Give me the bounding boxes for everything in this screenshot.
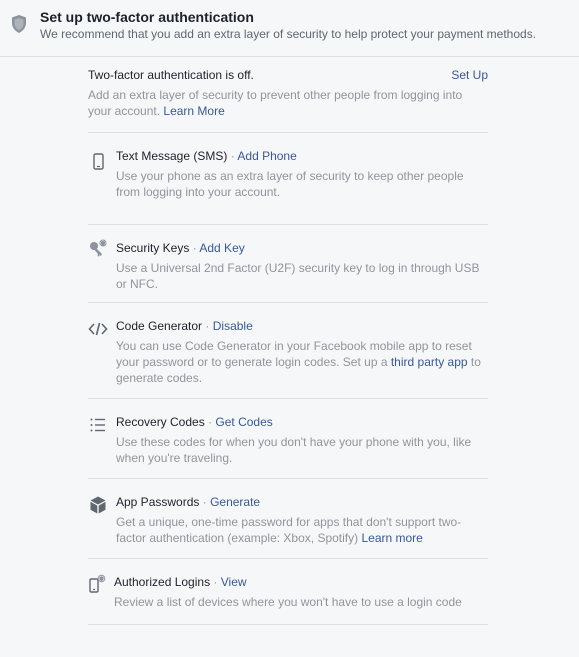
set-up-link[interactable]: Set Up xyxy=(451,68,488,82)
method-description: You can use Code Generator in your Faceb… xyxy=(116,339,481,385)
key-icon xyxy=(90,239,107,257)
status-section: Two-factor authentication is off. Set Up… xyxy=(88,57,488,133)
method-text-message: Text Message (SMS) · Add Phone Use your … xyxy=(88,133,488,225)
disable-link[interactable]: Disable xyxy=(213,319,253,333)
get-codes-link[interactable]: Get Codes xyxy=(215,415,272,429)
status-text: Two-factor authentication is off. xyxy=(88,68,254,82)
separator: · xyxy=(213,575,218,589)
separator: · xyxy=(208,415,213,429)
method-name: Security Keys xyxy=(116,241,190,255)
method-description: Get a unique, one-time password for apps… xyxy=(116,515,462,545)
phone-icon xyxy=(93,153,104,170)
separator: · xyxy=(202,495,207,509)
separator: · xyxy=(192,241,197,255)
method-name: Authorized Logins xyxy=(114,575,211,589)
method-name: App Passwords xyxy=(116,495,200,509)
separator: · xyxy=(230,149,235,163)
code-icon xyxy=(88,322,108,336)
method-app-passwords: App Passwords · Generate Get a unique, o… xyxy=(88,479,488,559)
page-subtitle: We recommend that you add an extra layer… xyxy=(40,27,537,41)
status-description: Add an extra layer of security to preven… xyxy=(88,88,463,118)
device-icon xyxy=(89,574,106,593)
separator: · xyxy=(205,319,210,333)
page-title: Set up two-factor authentication xyxy=(40,9,254,25)
two-factor-panel: Two-factor authentication is off. Set Up… xyxy=(88,57,488,625)
method-code-generator: Code Generator · Disable You can use Cod… xyxy=(88,303,488,399)
shield-icon xyxy=(12,15,26,33)
method-authorized-logins: Authorized Logins · View Review a list o… xyxy=(88,559,488,625)
third-party-app-link[interactable]: third party app xyxy=(391,355,468,369)
learn-more-link[interactable]: Learn more xyxy=(361,531,422,545)
method-description: Use these codes for when you don't have … xyxy=(116,435,472,465)
box-icon xyxy=(90,496,106,514)
method-description: Review a list of devices where you won't… xyxy=(114,595,462,609)
add-key-link[interactable]: Add Key xyxy=(199,241,244,255)
method-name: Code Generator xyxy=(116,319,203,333)
method-name: Text Message (SMS) xyxy=(116,149,228,163)
page-header: Set up two-factor authentication We reco… xyxy=(0,0,579,57)
method-description: Use your phone as an extra layer of secu… xyxy=(116,169,464,199)
method-recovery-codes: Recovery Codes · Get Codes Use these cod… xyxy=(88,399,488,479)
method-security-keys: Security Keys · Add Key Use a Universal … xyxy=(88,225,488,303)
add-phone-link[interactable]: Add Phone xyxy=(237,149,296,163)
method-description: Use a Universal 2nd Factor (U2F) securit… xyxy=(116,261,480,291)
list-icon xyxy=(90,418,105,432)
learn-more-link[interactable]: Learn More xyxy=(163,104,224,118)
method-name: Recovery Codes xyxy=(116,415,205,429)
generate-link[interactable]: Generate xyxy=(210,495,260,509)
view-link[interactable]: View xyxy=(221,575,247,589)
